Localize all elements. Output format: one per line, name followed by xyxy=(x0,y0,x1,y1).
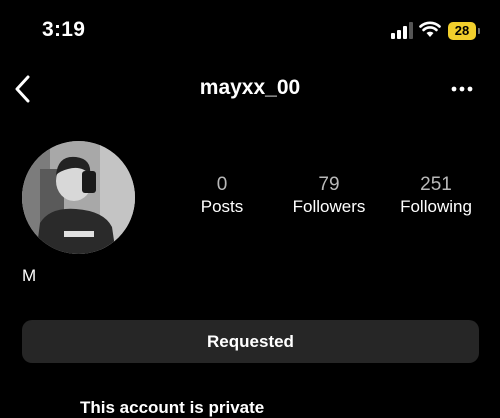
stat-following[interactable]: 251 Following xyxy=(391,174,481,218)
avatar[interactable] xyxy=(22,141,135,254)
stat-value: 0 xyxy=(216,174,228,195)
stat-label: Followers xyxy=(292,197,366,216)
stat-label: Following xyxy=(400,197,472,216)
stat-posts: 0 Posts xyxy=(192,174,252,218)
more-horizontal-icon[interactable] xyxy=(445,76,479,102)
stat-followers[interactable]: 79 Followers xyxy=(284,174,374,218)
stat-label: Posts xyxy=(200,197,244,216)
status-time: 3:19 xyxy=(42,18,86,41)
profile-display-name: M xyxy=(22,266,37,285)
private-account-text: This account is private xyxy=(80,398,265,417)
requested-button[interactable]: Requested xyxy=(22,320,479,363)
stat-value: 79 xyxy=(318,174,340,195)
profile-username: mayxx_00 xyxy=(199,76,301,99)
profile-header: mayxx_00 xyxy=(0,62,500,116)
wifi-icon xyxy=(419,21,441,37)
signal-icon xyxy=(391,22,413,39)
status-bar: 3:19 28 xyxy=(0,0,500,60)
battery-nub xyxy=(478,28,480,34)
stat-value: 251 xyxy=(420,174,452,195)
battery-icon: 28 xyxy=(448,22,476,40)
